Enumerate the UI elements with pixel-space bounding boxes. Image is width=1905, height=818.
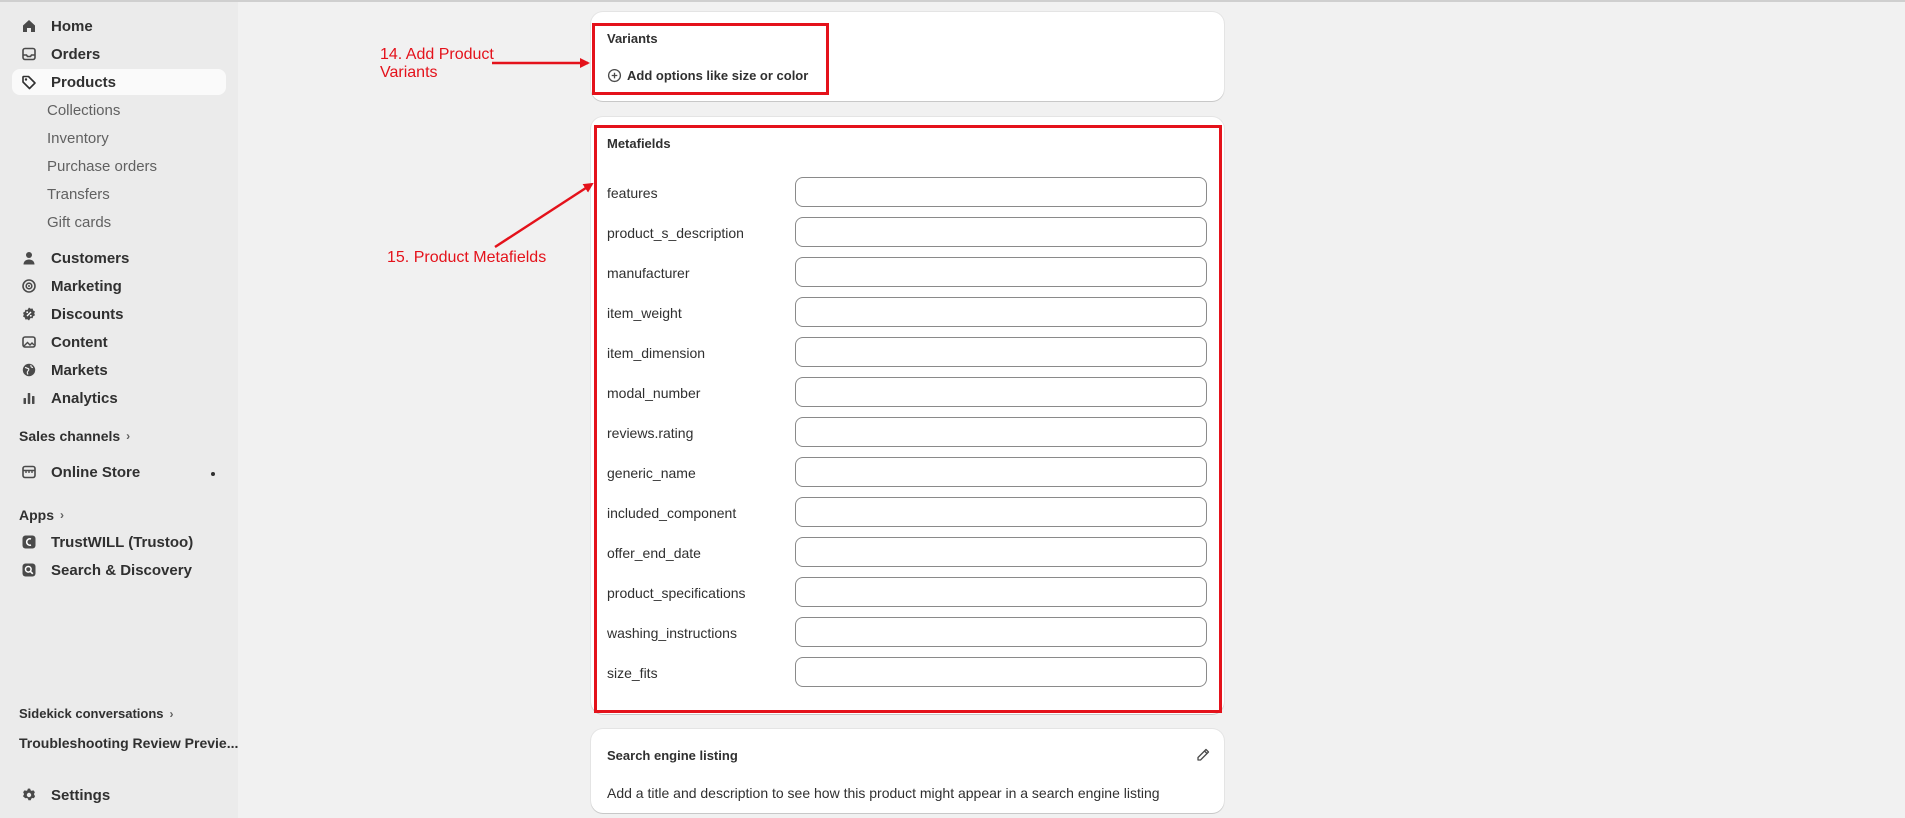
sidebar: Home Orders Products Collections Invento… [0,2,238,818]
nav-gift-cards[interactable]: Gift cards [47,214,111,231]
sales-channels-header[interactable]: Sales channels › [19,428,130,444]
metafield-label: product_specifications [607,585,746,601]
nav-orders-label: Orders [51,45,101,63]
metafield-label: features [607,185,658,201]
search-engine-listing-card: Search engine listing Add a title and de… [591,729,1224,813]
apps-header[interactable]: Apps › [19,507,64,523]
nav-transfers[interactable]: Transfers [47,186,110,203]
variants-title: Variants [607,31,658,46]
nav-content[interactable]: Content [12,329,226,355]
nav-discounts[interactable]: Discounts [12,301,226,327]
target-icon [21,278,37,294]
arrow-metafields [494,182,594,249]
nav-orders[interactable]: Orders [12,41,226,67]
nav-products[interactable]: Products [12,69,226,95]
add-options-label: Add options like size or color [627,68,809,83]
nav-customers-label: Customers [51,249,130,267]
app-icon [21,534,37,550]
metafield-input-item-dimension[interactable] [795,337,1207,367]
discount-icon [21,306,37,322]
metafield-label: washing_instructions [607,625,737,641]
nav-analytics[interactable]: Analytics [12,385,226,411]
nav-discounts-label: Discounts [51,305,124,323]
nav-online-store[interactable]: Online Store [12,459,226,485]
add-options-button[interactable]: Add options like size or color [607,68,808,83]
nav-markets[interactable]: Markets [12,357,226,383]
nav-products-label: Products [51,73,117,91]
metafield-input-washing-instructions[interactable] [795,617,1207,647]
metafield-input-item-weight[interactable] [795,297,1207,327]
nav-marketing[interactable]: Marketing [12,273,226,299]
chevron-right-icon: › [126,429,131,443]
metafield-label: item_weight [607,305,682,321]
metafield-label: size_fits [607,665,658,681]
top-border [0,0,1905,2]
metafield-input-modal-number[interactable] [795,377,1207,407]
metafield-label: modal_number [607,385,701,401]
annotation-variants-line1: 14. Add Product [380,46,494,63]
metafield-label: manufacturer [607,265,690,281]
nav-online-store-label: Online Store [51,463,141,481]
nav-content-label: Content [51,333,108,351]
metafield-input-product-specifications[interactable] [795,577,1207,607]
metafield-label: item_dimension [607,345,706,361]
nav-settings[interactable]: Settings [12,782,226,808]
person-icon [21,250,37,266]
store-icon [21,464,37,480]
metafield-input-features[interactable] [795,177,1207,207]
nav-collections[interactable]: Collections [47,102,120,119]
annotation-variants-line2: Variants [380,64,438,81]
nav-purchase-orders[interactable]: Purchase orders [47,158,157,175]
online-store-status-dot [211,472,215,476]
image-icon [21,334,37,350]
nav-markets-label: Markets [51,361,108,379]
sidekick-conversations-header[interactable]: Sidekick conversations › [19,706,174,721]
seo-description: Add a title and description to see how t… [607,785,1160,801]
chevron-right-icon: › [169,706,174,721]
nav-app-search-discovery[interactable]: Search & Discovery [12,557,226,583]
pencil-icon[interactable] [1195,747,1211,763]
nav-settings-label: Settings [51,786,111,804]
tag-icon [21,74,37,90]
nav-app-trustwill-label: TrustWILL (Trustoo) [51,533,194,551]
metafield-input-offer-end-date[interactable] [795,537,1207,567]
metafields-title: Metafields [607,136,671,151]
metafield-input-product-s-description[interactable] [795,217,1207,247]
seo-title: Search engine listing [607,748,738,763]
nav-home[interactable]: Home [12,13,226,39]
metafield-label: generic_name [607,465,696,481]
variants-card: Variants Add options like size or color [591,12,1224,101]
nav-customers[interactable]: Customers [12,245,226,271]
search-icon [21,562,37,578]
annotation-label-metafields: 15. Product Metafields [387,249,547,266]
metafield-label: included_component [607,505,737,521]
bar-chart-icon [21,390,37,406]
nav-app-trustwill[interactable]: TrustWILL (Trustoo) [12,529,226,555]
annotation-label-variants: 14. Add Product Variants [380,46,494,82]
metafield-input-generic-name[interactable] [795,457,1207,487]
nav-home-label: Home [51,17,93,35]
home-icon [21,18,37,34]
chevron-right-icon: › [60,508,64,522]
apps-label: Apps [19,507,54,523]
metafield-input-size-fits[interactable] [795,657,1207,687]
nav-analytics-label: Analytics [51,389,118,407]
sidekick-conversations-label: Sidekick conversations [19,706,164,721]
nav-app-search-discovery-label: Search & Discovery [51,561,192,579]
metafield-input-included-component[interactable] [795,497,1207,527]
inbox-icon [21,46,37,62]
metafield-label: reviews.rating [607,425,694,441]
metafield-label: offer_end_date [607,545,701,561]
globe-icon [21,362,37,378]
sidekick-conversation-item[interactable]: Troubleshooting Review Previe... [19,735,238,751]
plus-circle-icon [607,68,622,83]
nav-marketing-label: Marketing [51,277,122,295]
gear-icon [21,787,37,803]
metafield-input-reviews-rating[interactable] [795,417,1207,447]
nav-inventory[interactable]: Inventory [47,130,109,147]
metafield-input-manufacturer[interactable] [795,257,1207,287]
sales-channels-label: Sales channels [19,428,121,444]
metafield-label: product_s_description [607,225,744,241]
